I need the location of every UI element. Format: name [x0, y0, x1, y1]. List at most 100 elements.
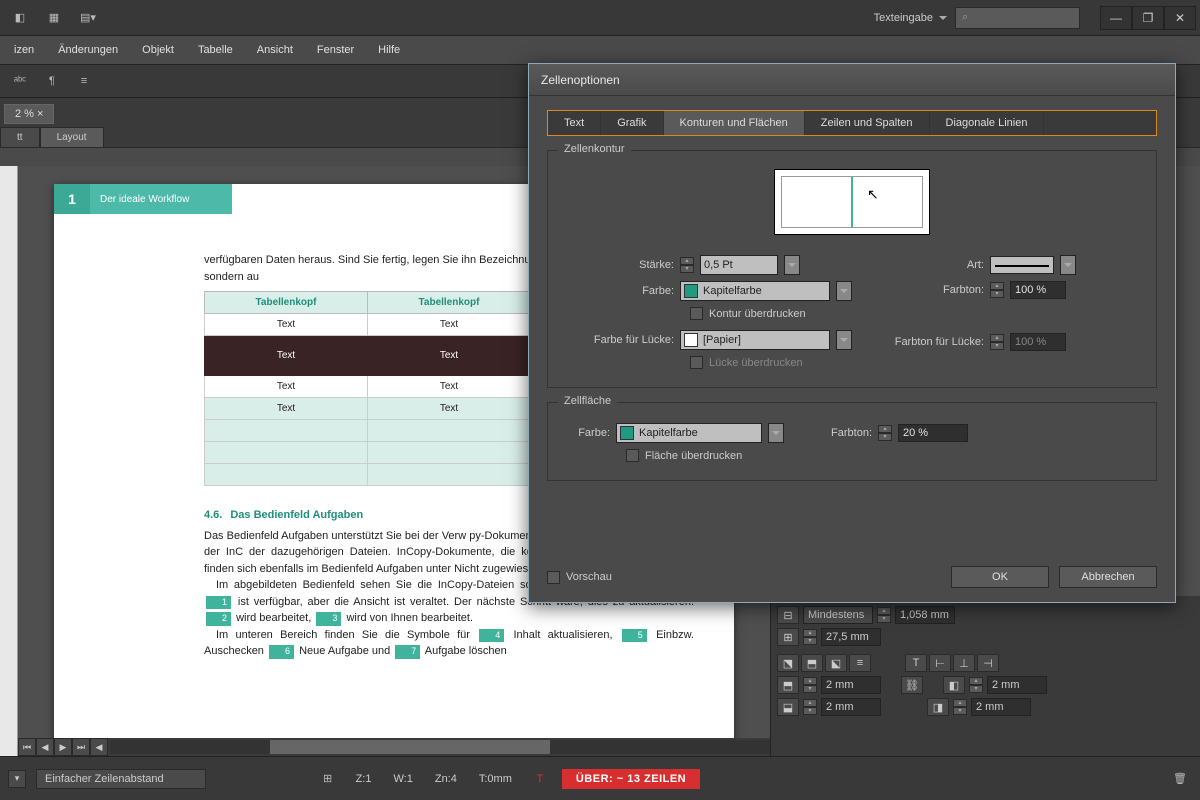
tint-stepper[interactable]: ▴▾: [990, 282, 1004, 298]
body-text[interactable]: Im unteren Bereich finden Sie die Symbol…: [204, 627, 694, 660]
cancel-button[interactable]: Abbrechen: [1059, 566, 1157, 588]
menu-item[interactable]: Fenster: [305, 36, 366, 64]
text-tool-icon[interactable]: T: [528, 767, 552, 791]
stepper[interactable]: ▴▾: [969, 677, 983, 693]
menu-item[interactable]: Hilfe: [366, 36, 412, 64]
swatch-icon: [620, 426, 634, 440]
text-vertical-icon[interactable]: ⊥: [953, 654, 975, 672]
tab-text[interactable]: Text: [548, 111, 601, 135]
align-justify-icon[interactable]: ≡: [849, 654, 871, 672]
status-pos: T:0mm: [473, 773, 518, 785]
overprint-stroke-checkbox[interactable]: [690, 307, 703, 320]
stroke-preview[interactable]: ↖: [774, 169, 930, 235]
inset-top-field[interactable]: 2 mm: [821, 676, 881, 694]
trash-icon[interactable]: 🗑: [1168, 767, 1192, 791]
col-width-field[interactable]: 27,5 mm: [821, 628, 881, 646]
scroll-left-button[interactable]: ◀: [90, 738, 108, 756]
stepper[interactable]: ▴▾: [953, 699, 967, 715]
search-input[interactable]: ⌕: [955, 7, 1080, 29]
spellcheck-icon[interactable]: ᵃᵇᶜ: [8, 69, 32, 93]
stepper[interactable]: ▴▾: [877, 607, 891, 623]
menu-item[interactable]: Änderungen: [46, 36, 130, 64]
inset-top-icon[interactable]: ⬒: [777, 676, 799, 694]
status-icon[interactable]: ⊞: [316, 767, 340, 791]
inset-bottom-icon[interactable]: ⬓: [777, 698, 799, 716]
arrange-icon[interactable]: ▤▾: [72, 6, 104, 30]
inset-bottom-field[interactable]: 2 mm: [821, 698, 881, 716]
overprint-fill-checkbox[interactable]: [626, 449, 639, 462]
tab-strokes-fills[interactable]: Konturen und Flächen: [664, 111, 805, 135]
align-top-right-icon[interactable]: ⬕: [825, 654, 847, 672]
text-rotate-icon[interactable]: ⊢: [929, 654, 951, 672]
tint-field[interactable]: 100 %: [1010, 281, 1066, 299]
next-page-button[interactable]: ▶: [54, 738, 72, 756]
document-tab[interactable]: 2 % ×: [4, 104, 54, 124]
scroll-thumb[interactable]: [270, 740, 550, 754]
col-width-icon[interactable]: ⊞: [777, 628, 799, 646]
inset-left-field[interactable]: 2 mm: [987, 676, 1047, 694]
fill-tint-stepper[interactable]: ▴▾: [878, 425, 892, 441]
line-spacing-display[interactable]: Einfacher Zeilenabstand: [36, 769, 206, 789]
row-height-mode[interactable]: Mindestens: [803, 606, 873, 624]
fill-color-dropdown[interactable]: Kapitelfarbe: [616, 423, 762, 443]
stroke-type-dropdown[interactable]: [990, 256, 1054, 274]
stepper[interactable]: ▴▾: [803, 629, 817, 645]
menu-item[interactable]: Objekt: [130, 36, 186, 64]
status-char: Zn:4: [429, 773, 463, 785]
label-color: Farbe:: [564, 285, 674, 297]
row-height-icon[interactable]: ⊟: [777, 606, 799, 624]
chevron-down-icon[interactable]: [768, 423, 784, 443]
menu-item[interactable]: Tabelle: [186, 36, 245, 64]
label-weight: Stärke:: [564, 259, 674, 271]
swatch-icon: [684, 284, 698, 298]
link-icon[interactable]: ⛓: [901, 676, 923, 694]
bridge-icon[interactable]: ▦: [38, 6, 70, 30]
stepper[interactable]: ▴▾: [803, 699, 817, 715]
minimize-button[interactable]: —: [1100, 6, 1132, 30]
fill-tint-field[interactable]: 20 %: [898, 424, 968, 442]
weight-dropdown[interactable]: [784, 255, 800, 275]
app-icon[interactable]: ◧: [4, 6, 36, 30]
gap-color-dropdown[interactable]: [Papier]: [680, 330, 830, 350]
view-mode-tab[interactable]: tt: [0, 127, 40, 147]
last-page-button[interactable]: ⏭: [72, 738, 90, 756]
dialog-title[interactable]: Zellenoptionen: [529, 64, 1175, 96]
inset-right-icon[interactable]: ◨: [927, 698, 949, 716]
preview-checkbox[interactable]: [547, 571, 560, 584]
menu-item[interactable]: izen: [2, 36, 46, 64]
zoom-out-icon[interactable]: ▾: [8, 770, 26, 788]
menu-item[interactable]: Ansicht: [245, 36, 305, 64]
prev-page-button[interactable]: ◀: [36, 738, 54, 756]
overprint-gap-label: Lücke überdrucken: [709, 357, 803, 369]
text-flip-icon[interactable]: ⊣: [977, 654, 999, 672]
chevron-down-icon[interactable]: [836, 281, 852, 301]
page-number: 1: [54, 184, 90, 214]
close-button[interactable]: ✕: [1164, 6, 1196, 30]
weight-field[interactable]: 0,5 Pt: [700, 255, 778, 275]
workspace-switcher[interactable]: Texteingabe: [866, 12, 955, 24]
label-tint: Farbton:: [866, 284, 984, 296]
stepper[interactable]: ▴▾: [803, 677, 817, 693]
overprint-fill-label: Fläche überdrucken: [645, 450, 742, 462]
weight-stepper[interactable]: ▴▾: [680, 257, 694, 273]
tab-diagonal[interactable]: Diagonale Linien: [930, 111, 1045, 135]
vertical-ruler: [0, 166, 18, 756]
first-page-button[interactable]: ⏮: [18, 738, 36, 756]
ok-button[interactable]: OK: [951, 566, 1049, 588]
pilcrow-icon[interactable]: ¶: [40, 69, 64, 93]
inset-left-icon[interactable]: ◧: [943, 676, 965, 694]
chevron-down-icon[interactable]: [1060, 255, 1076, 275]
maximize-button[interactable]: ❐: [1132, 6, 1164, 30]
align-top-left-icon[interactable]: ⬔: [777, 654, 799, 672]
status-bar: ▾ Einfacher Zeilenabstand ⊞ Z:1 W:1 Zn:4…: [0, 756, 1200, 800]
tab-graphic[interactable]: Grafik: [601, 111, 663, 135]
row-height-field[interactable]: 1,058 mm: [895, 606, 955, 624]
view-mode-tab-layout[interactable]: Layout: [40, 127, 104, 147]
chevron-down-icon[interactable]: [836, 330, 852, 350]
inset-right-field[interactable]: 2 mm: [971, 698, 1031, 716]
menu-icon[interactable]: ≡: [72, 69, 96, 93]
stroke-color-dropdown[interactable]: Kapitelfarbe: [680, 281, 830, 301]
align-top-center-icon[interactable]: ⬒: [801, 654, 823, 672]
text-orientation-icon[interactable]: T: [905, 654, 927, 672]
tab-rows-columns[interactable]: Zeilen und Spalten: [805, 111, 930, 135]
